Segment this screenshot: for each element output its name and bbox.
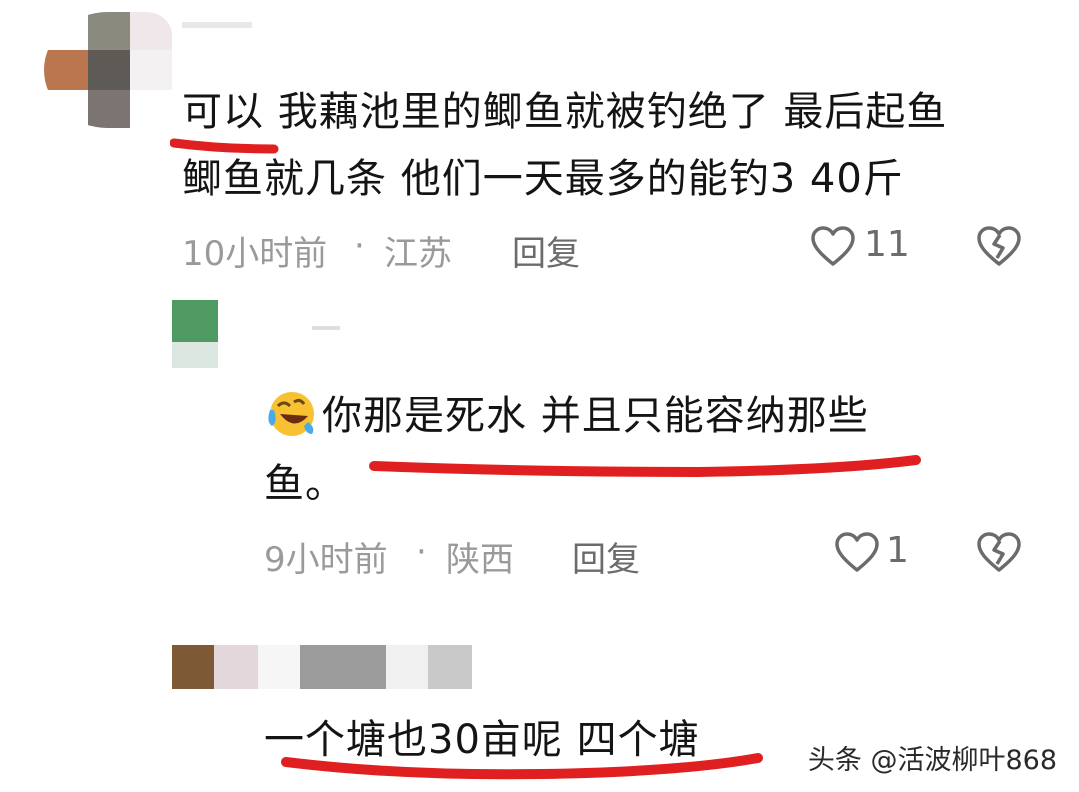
separator: ·	[354, 226, 365, 266]
avatar[interactable]	[172, 300, 218, 368]
avatar[interactable]	[44, 12, 172, 128]
like-count: 1	[886, 530, 909, 571]
dislike-broken-heart-icon[interactable]	[976, 226, 1022, 268]
comment-text-line: 鱼。	[264, 461, 346, 507]
reply-button[interactable]: 回复	[512, 226, 580, 275]
watermark: 头条 @活波柳叶868	[807, 745, 1057, 776]
comment-text-line: 鲫鱼就几条 他们一天最多的能钓3 40斤	[182, 156, 904, 202]
comment-text-line: 你那是死水 并且只能容纳那些	[322, 393, 869, 439]
red-underline	[170, 138, 279, 154]
heart-icon[interactable]	[810, 226, 856, 268]
username-blurred	[182, 22, 252, 28]
timestamp: 10小时前	[182, 234, 328, 274]
like-count: 11	[864, 224, 910, 265]
username-blurred	[312, 326, 340, 330]
location: 陕西	[446, 540, 514, 580]
red-underline	[369, 455, 921, 478]
comment-text-line: 可以 我藕池里的鲫鱼就被钓绝了 最后起鱼	[182, 89, 948, 135]
laughing-crying-emoji-icon	[268, 392, 314, 436]
red-underline	[281, 753, 763, 780]
dislike-broken-heart-icon[interactable]	[976, 532, 1022, 574]
reply-button[interactable]: 回复	[572, 532, 640, 581]
username-blurred	[172, 645, 472, 689]
heart-icon[interactable]	[834, 532, 880, 574]
timestamp: 9小时前	[264, 540, 388, 580]
location: 江苏	[384, 234, 452, 274]
separator: ·	[416, 532, 427, 572]
